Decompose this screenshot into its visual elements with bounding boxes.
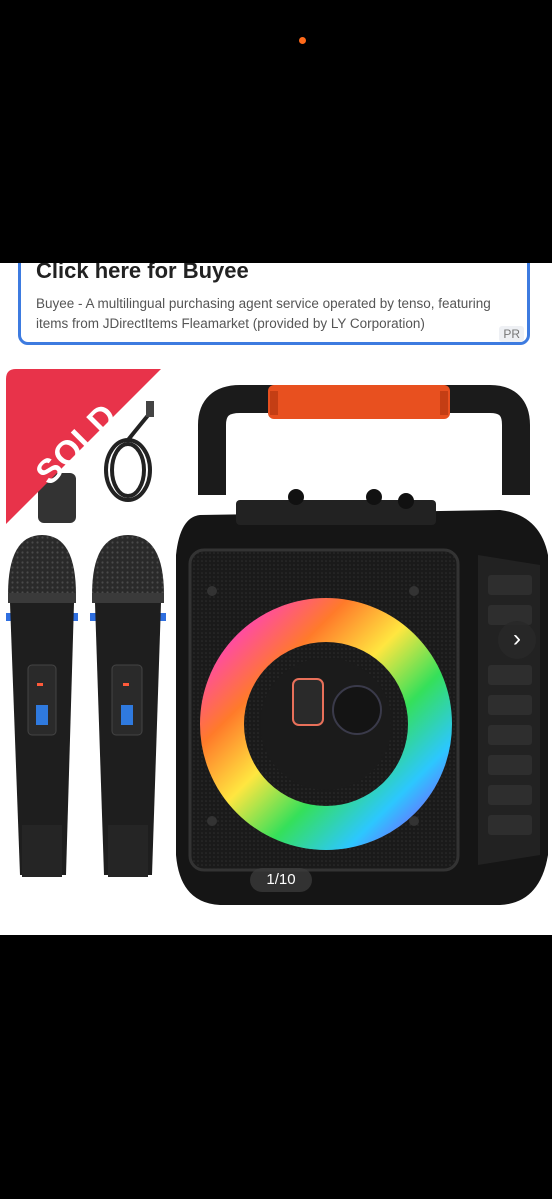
microphone-left [6,535,78,877]
chevron-right-icon: › [513,625,521,652]
ad-banner-area: Click here for Buyee Buyee - A multiling… [0,263,552,355]
status-indicator-dot [299,37,306,44]
sold-badge: SOLD [6,369,161,524]
ad-pr-label: PR [499,326,524,342]
microphone-right [90,535,166,877]
product-image-carousel[interactable]: SOLD › 1/10 [0,355,552,935]
speaker-handle [198,385,530,495]
ad-description: Buyee - A multilingual purchasing agent … [36,296,491,331]
image-counter: 1/10 [250,868,312,892]
top-black-area [0,0,552,263]
ad-title[interactable]: Click here for Buyee [36,263,249,284]
bottom-black-area [0,935,552,1199]
speaker-body [176,489,548,905]
next-image-button[interactable]: › [498,621,536,659]
buyee-ad-card[interactable]: Click here for Buyee Buyee - A multiling… [18,263,530,345]
